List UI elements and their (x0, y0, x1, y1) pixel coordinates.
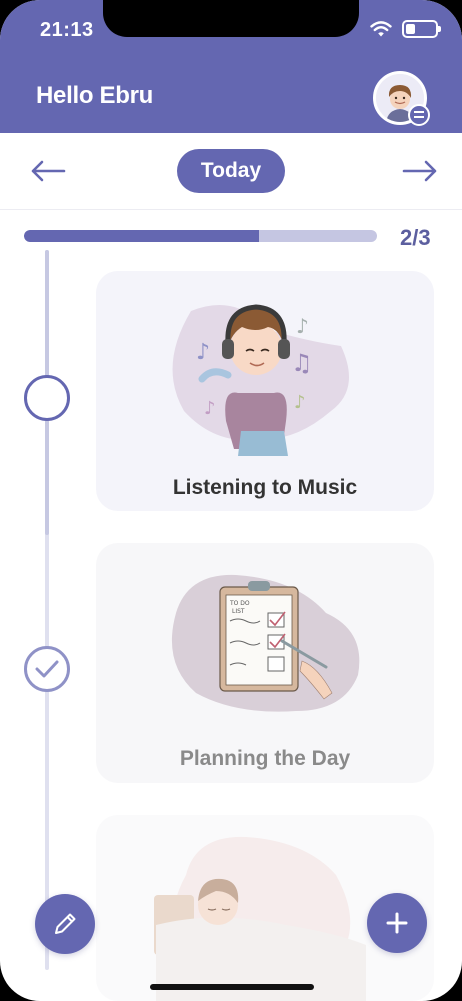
activity-status-check[interactable] (24, 646, 70, 692)
today-button[interactable]: Today (177, 149, 285, 193)
svg-text:♪: ♪ (196, 340, 210, 365)
progress-count: 2/3 (400, 225, 431, 250)
date-navigation: Today (0, 133, 462, 210)
progress-bar (24, 230, 377, 242)
activity-card[interactable]: ♪ ♪ ♫ ♪ ♪ Listening to Music (96, 271, 434, 511)
status-time: 21:13 (40, 19, 94, 41)
avatar[interactable] (373, 71, 430, 126)
status-icons (370, 20, 441, 38)
music-illustration: ♪ ♪ ♫ ♪ ♪ (172, 304, 349, 456)
menu-icon[interactable] (408, 104, 430, 126)
svg-text:LIST: LIST (232, 608, 245, 615)
device-notch (103, 0, 359, 37)
greeting-title: Hello Ebru (36, 82, 154, 109)
arrow-right-icon[interactable] (400, 158, 440, 184)
svg-text:TO DO: TO DO (229, 600, 250, 607)
svg-text:♫: ♫ (291, 349, 313, 377)
edit-button[interactable] (35, 894, 95, 954)
home-indicator[interactable] (150, 984, 314, 990)
svg-text:♪: ♪ (296, 314, 309, 338)
check-icon (35, 660, 59, 678)
add-button[interactable] (367, 893, 427, 953)
arrow-left-icon[interactable] (28, 158, 68, 184)
progress-fill (24, 230, 259, 242)
activity-label: Listening to Music (172, 476, 358, 499)
svg-text:♪: ♪ (294, 392, 306, 413)
todo-list-illustration: TO DO LIST (171, 574, 360, 712)
pencil-icon (55, 913, 76, 934)
wifi-icon (370, 20, 392, 36)
activity-status-circle[interactable] (24, 375, 70, 421)
activity-card[interactable]: TO DO LIST Planning the Day (96, 543, 434, 783)
header-bar: 21:13 Hello Ebru (0, 0, 462, 133)
battery-icon (402, 20, 441, 38)
activity-label: Planning the Day (179, 747, 351, 770)
plus-icon (386, 912, 408, 934)
svg-text:♪: ♪ (204, 398, 216, 419)
app-screen: 21:13 Hello Ebru Today 2/3 ♪ ♪ ♫ ♪ ♪ Lis… (0, 0, 462, 1001)
